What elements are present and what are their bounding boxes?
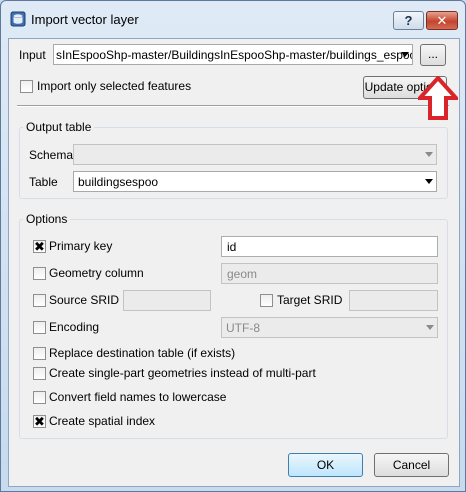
import-selected-checkbox[interactable]	[20, 80, 33, 93]
chevron-down-icon	[425, 179, 433, 184]
output-table-title: Output table	[23, 120, 95, 134]
primary-key-field[interactable]: id	[221, 236, 438, 257]
single-part-label: Create single-part geometries instead of…	[49, 366, 316, 380]
dialog-body: Input sInEspooShp-master/BuildingsInEspo…	[8, 38, 460, 487]
chevron-down-icon	[425, 152, 433, 157]
geometry-column-field[interactable]: geom	[221, 263, 438, 284]
primary-key-label: Primary key	[49, 239, 113, 253]
replace-table-checkbox[interactable]	[33, 347, 46, 360]
input-label: Input	[19, 48, 46, 62]
input-value: sInEspooShp-master/BuildingsInEspooShp-m…	[56, 48, 413, 62]
table-combo[interactable]: buildingsespoo	[73, 171, 437, 192]
lowercase-label: Convert field names to lowercase	[49, 390, 227, 404]
target-srid-checkbox[interactable]	[260, 294, 273, 307]
single-part-checkbox[interactable]	[33, 367, 46, 380]
target-srid-field[interactable]	[349, 290, 438, 311]
chevron-down-icon	[426, 325, 434, 330]
database-icon	[10, 11, 26, 27]
window-title: Import vector layer	[31, 12, 139, 27]
geometry-column-checkbox[interactable]	[33, 267, 46, 280]
title-bar: Import vector layer ? ✕	[1, 1, 465, 37]
source-srid-checkbox[interactable]	[33, 294, 46, 307]
input-combo[interactable]: sInEspooShp-master/BuildingsInEspooShp-m…	[53, 44, 413, 65]
target-srid-label: Target SRID	[277, 293, 343, 307]
source-srid-label: Source SRID	[49, 293, 120, 307]
check-mark-icon: ✖	[34, 239, 45, 254]
encoding-value: UTF-8	[226, 321, 260, 335]
primary-key-checkbox[interactable]: ✖	[33, 239, 46, 254]
arrow-up-icon	[418, 76, 458, 120]
options-title: Options	[23, 212, 71, 226]
primary-key-value: id	[227, 240, 237, 254]
spatial-index-checkbox[interactable]: ✖	[33, 414, 46, 429]
schema-label: Schema	[29, 148, 74, 162]
cancel-button[interactable]: Cancel	[374, 453, 449, 477]
import-vector-layer-dialog: Import vector layer ? ✕ Input sInEspooSh…	[0, 0, 466, 492]
check-mark-icon: ✖	[34, 414, 45, 429]
table-value: buildingsespoo	[78, 175, 159, 189]
help-button[interactable]: ?	[393, 11, 424, 30]
lowercase-checkbox[interactable]	[33, 391, 46, 404]
close-button[interactable]: ✕	[426, 11, 458, 30]
schema-combo[interactable]	[73, 144, 437, 165]
table-label: Table	[29, 175, 58, 189]
geometry-column-value: geom	[227, 267, 258, 281]
geometry-column-label: Geometry column	[49, 266, 144, 280]
import-selected-label: Import only selected features	[37, 79, 192, 93]
separator	[17, 105, 449, 107]
encoding-combo[interactable]: UTF-8	[221, 317, 438, 338]
source-srid-field[interactable]	[123, 290, 211, 311]
browse-button[interactable]: ...	[420, 44, 446, 66]
ok-button[interactable]: OK	[288, 453, 363, 477]
spatial-index-label: Create spatial index	[49, 414, 156, 428]
encoding-checkbox[interactable]	[33, 321, 46, 334]
chevron-down-icon	[401, 52, 409, 57]
replace-table-label: Replace destination table (if exists)	[49, 346, 236, 360]
encoding-label: Encoding	[49, 320, 100, 334]
